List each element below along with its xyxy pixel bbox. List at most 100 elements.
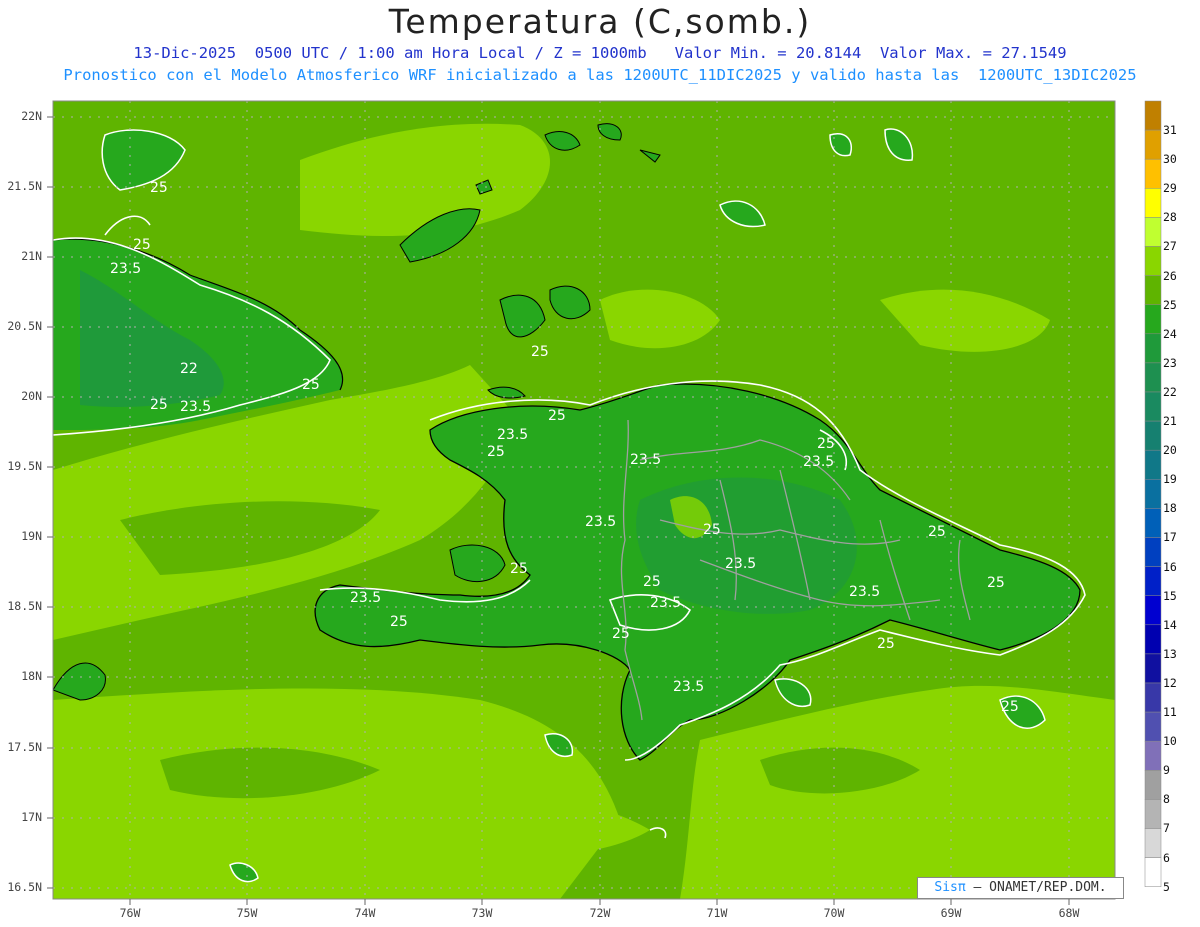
colorbar-label: 21 bbox=[1163, 414, 1177, 428]
colorbar-label: 14 bbox=[1163, 617, 1177, 632]
lon-label: 72W bbox=[589, 906, 611, 920]
contour-label: 25 bbox=[548, 408, 566, 424]
contour-label: 23.5 bbox=[673, 679, 704, 695]
contour-label: 23.5 bbox=[497, 427, 528, 443]
colorbar-swatch bbox=[1144, 129, 1162, 160]
lat-label: 19.5N bbox=[7, 459, 42, 473]
lon-label: 70W bbox=[823, 906, 845, 920]
colorbar-swatch bbox=[1144, 449, 1162, 480]
colorbar-swatch bbox=[1144, 857, 1162, 887]
colorbar-swatch bbox=[1144, 711, 1162, 742]
colorbar-label: 6 bbox=[1163, 850, 1170, 865]
lon-label: 71W bbox=[706, 906, 728, 920]
credit-box: Sisπ – ONAMET/REP.DOM. bbox=[917, 877, 1124, 899]
colorbar-swatch bbox=[1144, 333, 1162, 364]
colorbar-swatch bbox=[1144, 158, 1162, 189]
colorbar-label: 23 bbox=[1163, 355, 1177, 370]
lat-label: 20.5N bbox=[7, 319, 42, 333]
lat-label: 17.5N bbox=[7, 740, 42, 754]
colorbar-label: 20 bbox=[1163, 443, 1177, 458]
contour-label: 25 bbox=[150, 180, 168, 196]
colorbar-label: 17 bbox=[1163, 530, 1177, 545]
contour-label: 23.5 bbox=[725, 556, 756, 572]
colorbar-label: 11 bbox=[1163, 705, 1177, 719]
colorbar bbox=[1144, 100, 1162, 887]
lon-label: 75W bbox=[236, 906, 258, 920]
colorbar-label: 19 bbox=[1163, 472, 1177, 487]
colorbar-label: 24 bbox=[1163, 326, 1177, 341]
colorbar-swatch bbox=[1144, 740, 1162, 771]
colorbar-label: 8 bbox=[1163, 792, 1170, 807]
colorbar-swatch bbox=[1144, 653, 1162, 684]
lon-label: 74W bbox=[354, 906, 376, 920]
colorbar-label: 26 bbox=[1163, 268, 1177, 283]
contour-label: 25 bbox=[531, 344, 549, 360]
colorbar-swatch bbox=[1144, 682, 1162, 713]
contour-label: 23.5 bbox=[849, 584, 880, 600]
colorbar-label: 9 bbox=[1163, 763, 1170, 778]
lat-label: 19N bbox=[21, 529, 42, 543]
colorbar-swatch bbox=[1144, 595, 1162, 626]
contour-label: 23.5 bbox=[350, 590, 381, 606]
lon-label: 76W bbox=[119, 906, 141, 920]
lat-label: 18N bbox=[21, 669, 42, 683]
colorbar-swatch bbox=[1144, 420, 1162, 451]
colorbar-swatch bbox=[1144, 770, 1162, 800]
colorbar-label: 25 bbox=[1163, 297, 1177, 312]
contour-label: 25 bbox=[643, 574, 661, 590]
contour-label: 25 bbox=[817, 436, 835, 452]
contour-label: 23.5 bbox=[110, 261, 141, 277]
contour-label: 25 bbox=[703, 522, 721, 538]
colorbar-label: 29 bbox=[1163, 181, 1177, 196]
contour-label: 25 bbox=[1001, 699, 1019, 715]
colorbar-label: 31 bbox=[1163, 123, 1177, 137]
map-area: 25 25 23.5 22 25 23.5 25 25 23.5 25 23.5… bbox=[53, 101, 1115, 899]
lat-label: 17N bbox=[21, 810, 42, 824]
colorbar-label: 28 bbox=[1163, 210, 1177, 225]
contour-label: 25 bbox=[928, 524, 946, 540]
colorbar-swatch bbox=[1144, 304, 1162, 335]
colorbar-label: 5 bbox=[1163, 879, 1170, 894]
lon-label: 68W bbox=[1058, 906, 1080, 920]
contour-label: 23.5 bbox=[630, 452, 661, 468]
contour-label: 25 bbox=[510, 561, 528, 577]
contour-label: 25 bbox=[302, 377, 320, 393]
colorbar-label: 12 bbox=[1163, 675, 1177, 690]
colorbar-label: 30 bbox=[1163, 152, 1177, 167]
colorbar-label: 7 bbox=[1163, 821, 1170, 836]
colorbar-swatch bbox=[1144, 566, 1162, 596]
colorbar-label: 22 bbox=[1163, 384, 1177, 399]
lat-label: 16.5N bbox=[7, 880, 42, 894]
colorbar-swatch bbox=[1144, 217, 1162, 247]
credit-text: – ONAMET/REP.DOM. bbox=[965, 880, 1107, 895]
contour-label: 23.5 bbox=[803, 454, 834, 470]
map-figure: 25 25 23.5 22 25 23.5 25 25 23.5 25 23.5… bbox=[47, 100, 1162, 905]
colorbar-label: 18 bbox=[1163, 501, 1177, 516]
lat-label: 21N bbox=[21, 249, 42, 263]
lon-label: 69W bbox=[940, 906, 962, 920]
colorbar-swatch bbox=[1144, 188, 1162, 218]
colorbar-swatch bbox=[1144, 246, 1162, 276]
contour-label: 22 bbox=[180, 361, 198, 377]
colorbar-label: 15 bbox=[1163, 588, 1177, 603]
colorbar-swatch bbox=[1144, 479, 1162, 509]
contour-label: 25 bbox=[487, 444, 505, 460]
colorbar-swatch bbox=[1144, 275, 1162, 305]
lon-label: 73W bbox=[471, 906, 493, 920]
contour-label: 23.5 bbox=[585, 514, 616, 530]
contour-label: 23.5 bbox=[180, 399, 211, 415]
contour-label: 23.5 bbox=[650, 595, 681, 611]
contour-label: 25 bbox=[877, 636, 895, 652]
colorbar-label: 10 bbox=[1163, 734, 1177, 749]
colorbar-swatch bbox=[1144, 391, 1162, 422]
colorbar-swatch bbox=[1144, 828, 1162, 858]
lat-label: 20N bbox=[21, 389, 42, 403]
colorbar-label: 13 bbox=[1163, 646, 1177, 661]
contour-label: 25 bbox=[150, 397, 168, 413]
colorbar-swatch bbox=[1144, 537, 1162, 567]
lat-label: 21.5N bbox=[7, 179, 42, 193]
contour-label: 25 bbox=[133, 237, 151, 253]
colorbar-swatch bbox=[1144, 624, 1162, 655]
contour-label: 25 bbox=[612, 626, 630, 642]
colorbar-swatch bbox=[1144, 100, 1162, 131]
